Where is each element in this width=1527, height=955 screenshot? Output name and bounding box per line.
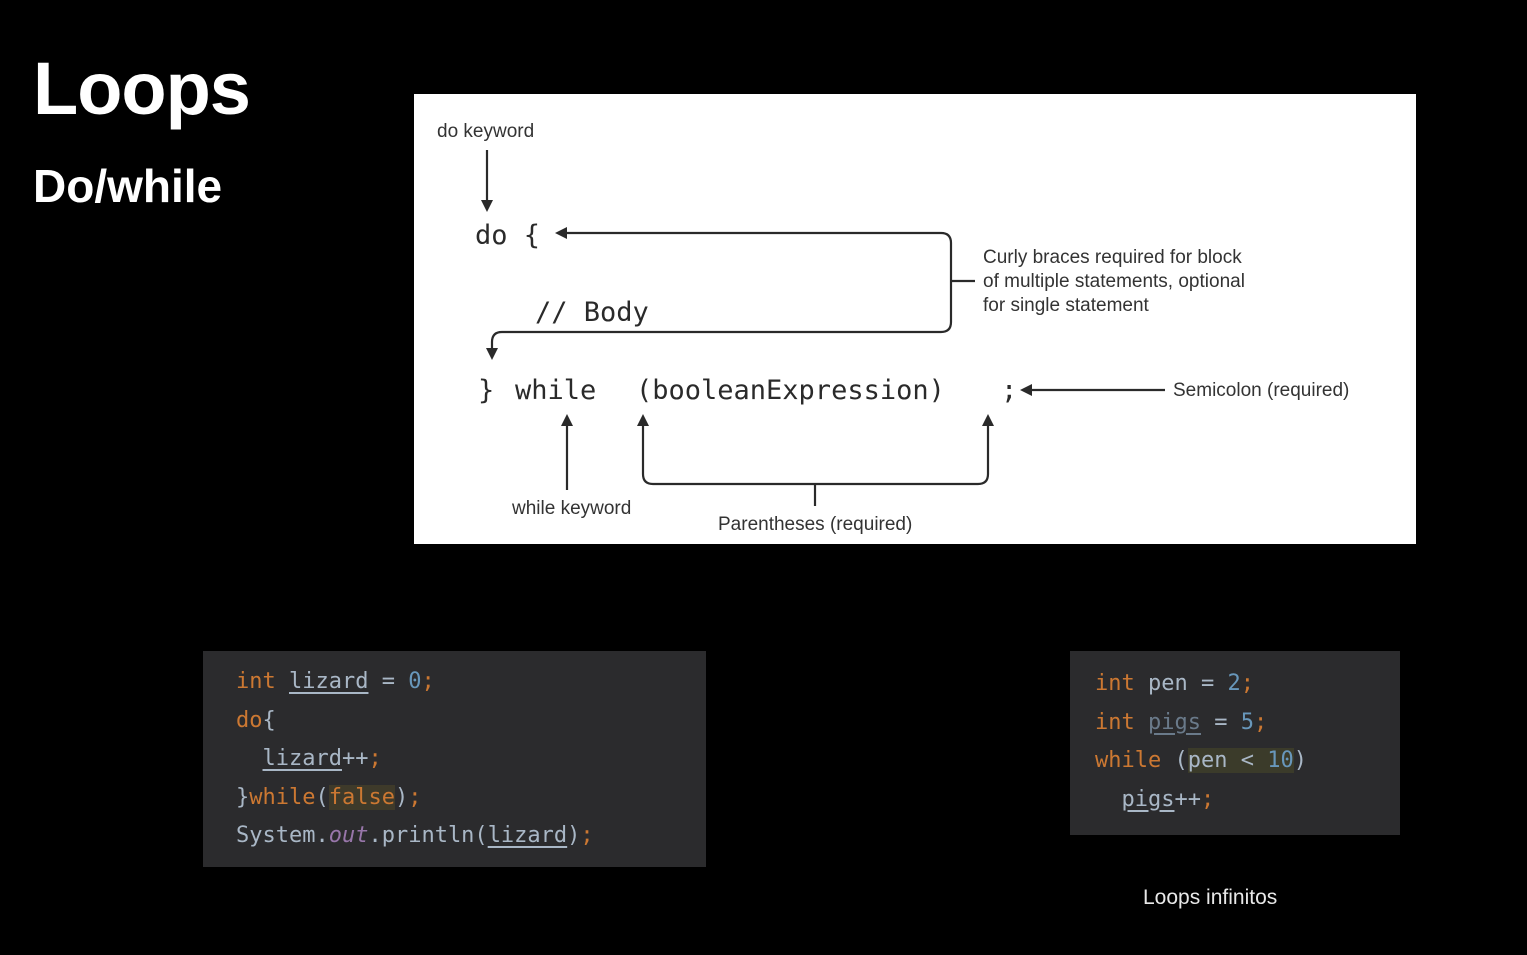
semicolon-label: Semicolon (required) (1173, 380, 1349, 401)
code-line: }while(false); (236, 784, 421, 812)
parentheses-label: Parentheses (required) (718, 514, 912, 535)
code-token: false (328, 784, 395, 810)
code-token: = (368, 669, 409, 694)
code-token: ) (394, 784, 409, 810)
code-token: out (328, 823, 369, 848)
code-body-comment: // Body (535, 297, 649, 328)
code-token: ; (1253, 709, 1268, 735)
code-token: ( (1161, 748, 1188, 773)
code-line: int pen = 2; (1095, 670, 1254, 698)
code-token: ++ (341, 746, 369, 771)
code-token: 10 (1267, 748, 1294, 773)
code-token: lizard (487, 823, 568, 848)
code-token: while (1095, 748, 1162, 773)
code-token: lizard (262, 746, 342, 771)
code-token: ; (421, 669, 435, 694)
code-token: while (249, 784, 316, 810)
code-boolean-expression: (booleanExpression) (636, 375, 945, 406)
do-keyword-arrowhead (481, 200, 493, 212)
code-token: ++ (1174, 786, 1201, 812)
parentheses-bracket-line (641, 424, 990, 486)
close-brace-arrowhead (486, 348, 498, 360)
while-keyword-arrowhead (561, 414, 573, 426)
code-line: do{ (236, 707, 276, 735)
code-token: ; (1200, 786, 1215, 812)
infinite-loop-caption: Loops infinitos (1143, 886, 1278, 909)
code-close-brace: } (478, 375, 494, 406)
code-do: do { (475, 220, 540, 251)
braces-label-line-1: Curly braces required for block (983, 247, 1242, 268)
code-token: pen = (1134, 671, 1228, 696)
open-brace-arrowhead (555, 227, 567, 239)
diagram-canvas: do keyword do { // Body } while (boolean… (437, 121, 1349, 535)
infinite-loop-code-example: int pen = 2; int pigs = 5; while (pen < 10… (1070, 651, 1400, 835)
open-paren-arrowhead (637, 414, 649, 426)
code-line: pigs++; (1095, 786, 1215, 814)
code-line: int lizard = 0; (236, 668, 435, 696)
code-token: pen < (1187, 748, 1268, 773)
code-token: = (1200, 709, 1241, 735)
do-while-diagram: do keyword do { // Body } while (boolean… (414, 94, 1416, 544)
braces-label-line-3: for single statement (983, 295, 1150, 316)
code-token: int (1095, 709, 1135, 735)
code-token: ; (1240, 671, 1254, 696)
while-keyword-label: while keyword (511, 498, 631, 519)
do-while-code-example: int lizard = 0; do{ lizard++;}while(false… (203, 651, 706, 867)
code-token: lizard (289, 669, 369, 694)
code-line: int pigs = 5; (1095, 709, 1267, 737)
braces-bracket-line (490, 231, 953, 349)
code-token: do (236, 707, 263, 733)
do-keyword-label: do keyword (437, 121, 534, 142)
code-token: int (1095, 671, 1135, 696)
code-token: 2 (1227, 671, 1241, 696)
code-semicolon: ; (1001, 375, 1017, 406)
code-token: .println( (368, 823, 488, 848)
code-token: ) (567, 823, 581, 848)
braces-label-line-2: of multiple statements, optional (983, 271, 1245, 292)
code-while: while (515, 375, 596, 406)
code-token: 5 (1240, 709, 1254, 735)
code-line: lizard++; (236, 745, 382, 773)
code-token: ; (408, 784, 422, 810)
code-token: { (262, 707, 276, 733)
code-token: } (236, 784, 250, 810)
code-token: ) (1293, 748, 1307, 773)
code-line: System.out.println(lizard); (236, 822, 594, 850)
slide-title: Loops (33, 47, 251, 130)
code-token: ; (368, 746, 382, 771)
code-token: ; (580, 823, 594, 848)
code-token: int (236, 669, 276, 694)
semicolon-arrowhead (1020, 384, 1032, 396)
slide-subtitle: Do/while (33, 160, 223, 212)
code-token: pigs (1148, 709, 1201, 735)
code-token: pigs (1121, 786, 1175, 812)
close-paren-arrowhead (982, 414, 994, 426)
code-token: ( (315, 784, 329, 810)
code-line: while (pen < 10) (1095, 747, 1307, 775)
code-token: 0 (408, 669, 422, 694)
code-token: System. (236, 823, 329, 848)
